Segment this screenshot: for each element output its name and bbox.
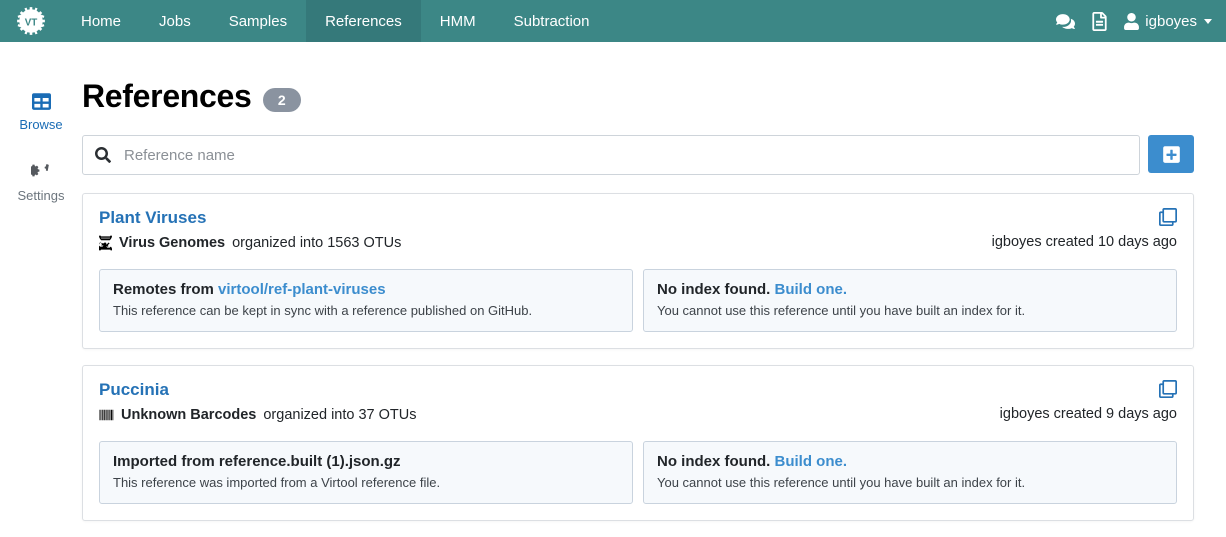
- plus-square-icon: [1162, 145, 1181, 164]
- reference-card[interactable]: Plant Viruses Virus Genomes organized in…: [82, 193, 1194, 349]
- sidebar-item-browse[interactable]: Browse: [0, 90, 82, 131]
- svg-text:VT: VT: [25, 17, 38, 28]
- user-name: igboyes: [1145, 13, 1197, 30]
- clone-icon[interactable]: [1159, 380, 1177, 398]
- reference-count-badge: 2: [263, 88, 301, 112]
- panel-subtitle: This reference can be kept in sync with …: [113, 302, 619, 320]
- sidebar-item-settings-label: Settings: [18, 189, 65, 202]
- nav-item-jobs[interactable]: Jobs: [140, 0, 210, 42]
- panel-title: Remotes from virtool/ref-plant-viruses: [113, 280, 619, 300]
- barcode-icon: [99, 408, 114, 422]
- reference-card-header: Puccinia: [99, 380, 1177, 425]
- nav-item-hmm[interactable]: HMM: [421, 0, 495, 42]
- panel-title-prefix: Imported from reference.built (1).json.g…: [113, 453, 401, 470]
- brand-logo[interactable]: VT: [0, 0, 62, 42]
- panel-title: No index found. Build one.: [657, 452, 1163, 472]
- panel-subtitle: This reference was imported from a Virto…: [113, 474, 619, 492]
- reference-name-link[interactable]: Plant Viruses: [99, 208, 206, 228]
- user-icon: [1124, 13, 1139, 30]
- panel-title: Imported from reference.built (1).json.g…: [113, 452, 619, 472]
- reference-meta: Virus Genomes organized into 1563 OTUs: [99, 234, 972, 253]
- build-index-link[interactable]: Build one.: [775, 281, 848, 298]
- virtool-cog-logo-icon: VT: [16, 6, 46, 36]
- sidebar-item-browse-label: Browse: [19, 118, 62, 131]
- nav-item-references[interactable]: References: [306, 0, 421, 42]
- search-input[interactable]: [122, 146, 1127, 165]
- reference-panels: Remotes from virtool/ref-plant-viruses T…: [99, 269, 1177, 332]
- search-icon: [95, 147, 111, 163]
- reference-data-type: Unknown Barcodes: [121, 406, 256, 425]
- file-text-icon[interactable]: [1091, 12, 1108, 31]
- reference-panels: Imported from reference.built (1).json.g…: [99, 441, 1177, 504]
- reference-created-text: igboyes created 10 days ago: [992, 234, 1177, 250]
- reference-created-text: igboyes created 9 days ago: [1000, 406, 1177, 422]
- panel-subtitle: You cannot use this reference until you …: [657, 302, 1163, 320]
- page-title-text: References: [82, 78, 252, 115]
- reference-name-link[interactable]: Puccinia: [99, 380, 169, 400]
- dna-icon: [99, 235, 112, 251]
- chevron-down-icon: [1204, 19, 1212, 24]
- reference-index-panel[interactable]: No index found. Build one. You cannot us…: [643, 441, 1177, 504]
- nav-items: Home Jobs Samples References HMM Subtrac…: [62, 0, 609, 42]
- nav-right-group: igboyes: [1056, 0, 1226, 42]
- reference-card-header-right: igboyes created 10 days ago: [972, 208, 1177, 250]
- table-icon: [32, 90, 51, 112]
- reference-index-panel[interactable]: No index found. Build one. You cannot us…: [643, 269, 1177, 332]
- search-row: [82, 135, 1194, 175]
- panel-title-prefix: Remotes from: [113, 281, 218, 298]
- left-sidebar: Browse Settings: [0, 78, 82, 537]
- page-title: References 2: [82, 78, 1194, 115]
- panel-title-prefix: No index found.: [657, 453, 775, 470]
- nav-item-home[interactable]: Home: [62, 0, 140, 42]
- panel-title-prefix: No index found.: [657, 281, 775, 298]
- user-menu[interactable]: igboyes: [1124, 13, 1212, 30]
- reference-card-header-left: Plant Viruses Virus Genomes organized in…: [99, 208, 972, 253]
- reference-data-type: Virus Genomes: [119, 234, 225, 253]
- search-box[interactable]: [82, 135, 1140, 175]
- build-index-link[interactable]: Build one.: [775, 453, 848, 470]
- panel-subtitle: You cannot use this reference until you …: [657, 474, 1163, 492]
- reference-otu-count: organized into 1563 OTUs: [232, 234, 401, 253]
- page-body: Browse Settings References 2: [0, 42, 1226, 537]
- clone-icon[interactable]: [1159, 208, 1177, 226]
- main-content: References 2 Plant Viruses: [82, 78, 1226, 537]
- reference-card-header: Plant Viruses Virus Genomes organized in…: [99, 208, 1177, 253]
- nav-item-samples[interactable]: Samples: [210, 0, 306, 42]
- reference-card-header-right: igboyes created 9 days ago: [980, 380, 1177, 422]
- panel-title: No index found. Build one.: [657, 280, 1163, 300]
- top-navbar: VT Home Jobs Samples References HMM Subt…: [0, 0, 1226, 42]
- panel-title-link[interactable]: virtool/ref-plant-viruses: [218, 281, 386, 298]
- comments-icon[interactable]: [1056, 12, 1075, 31]
- reference-card[interactable]: Puccinia: [82, 365, 1194, 521]
- reference-import-panel[interactable]: Imported from reference.built (1).json.g…: [99, 441, 633, 504]
- reference-otu-count: organized into 37 OTUs: [263, 406, 416, 425]
- nav-item-subtraction[interactable]: Subtraction: [495, 0, 609, 42]
- sidebar-item-settings[interactable]: Settings: [0, 161, 82, 202]
- reference-card-header-left: Puccinia: [99, 380, 980, 425]
- reference-meta: Unknown Barcodes organized into 37 OTUs: [99, 406, 980, 425]
- reference-remotes-panel[interactable]: Remotes from virtool/ref-plant-viruses T…: [99, 269, 633, 332]
- cogs-icon: [31, 161, 52, 183]
- add-reference-button[interactable]: [1148, 135, 1194, 173]
